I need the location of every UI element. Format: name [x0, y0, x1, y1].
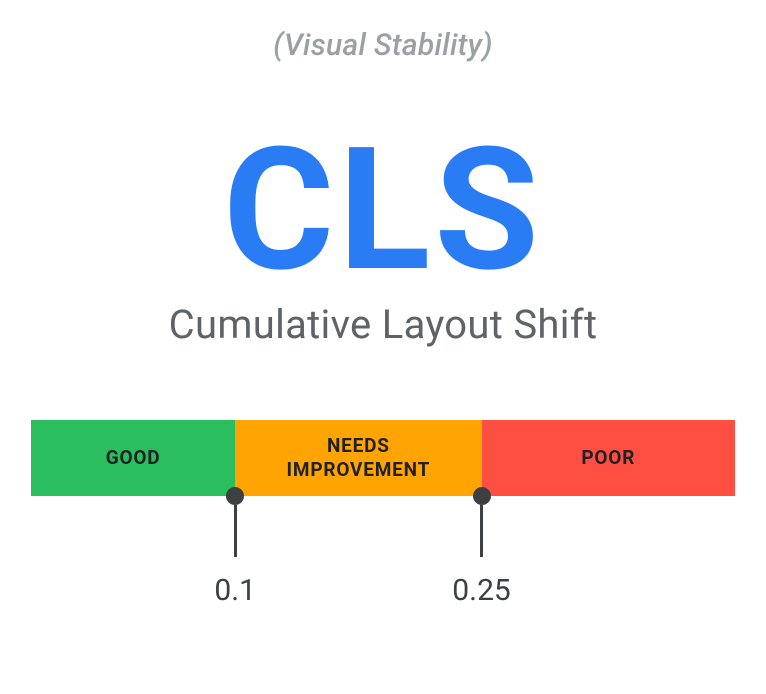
- threshold-value-needs: 0.25: [452, 573, 511, 608]
- scale-segment-needs: NEEDS IMPROVEMENT: [235, 420, 481, 496]
- scale-segment-poor: POOR: [482, 420, 735, 496]
- category-subtitle: (Visual Stability): [273, 28, 492, 63]
- threshold-markers: 0.1 0.25: [31, 496, 735, 606]
- metric-full-name: Cumulative Layout Shift: [169, 301, 598, 348]
- marker-line-icon: [234, 505, 237, 557]
- marker-dot-icon: [226, 487, 244, 505]
- marker-line-icon: [480, 505, 483, 557]
- metric-card: (Visual Stability) CLS Cumulative Layout…: [0, 0, 766, 694]
- marker-dot-icon: [473, 487, 491, 505]
- score-scale: GOOD NEEDS IMPROVEMENT POOR: [31, 420, 735, 496]
- scale-segment-good: GOOD: [31, 420, 235, 496]
- threshold-marker-good: 0.1: [185, 496, 285, 608]
- metric-abbreviation: CLS: [223, 125, 543, 295]
- threshold-marker-needs: 0.25: [432, 496, 532, 608]
- threshold-value-good: 0.1: [214, 573, 256, 608]
